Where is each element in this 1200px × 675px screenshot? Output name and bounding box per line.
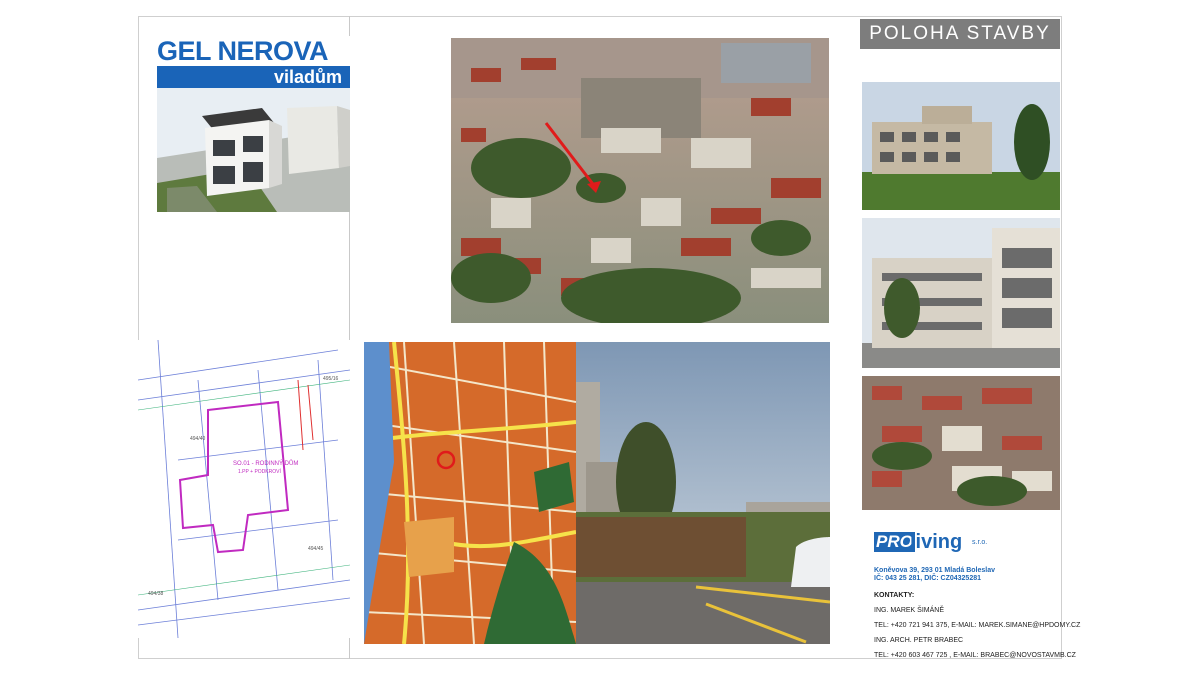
building-photo-2 <box>862 218 1060 368</box>
parcel-label-2: 494/38 <box>148 591 164 597</box>
aerial-city-photo <box>451 38 829 323</box>
company-address: Koněvova 39, 293 01 Mladá Boleslav IČ: 0… <box>874 567 995 583</box>
contact-1-info: TEL: +420 721 941 375, E-MAIL: MAREK.SIM… <box>874 622 1081 629</box>
address-line-2: IČ: 043 25 281, DIČ: CZ04325281 <box>874 575 982 582</box>
site-plan-house-sub: 1.PP + PODKROVÍ <box>238 468 281 475</box>
parcel-label-3: 494/45 <box>308 546 324 552</box>
street-view-photo <box>576 342 830 644</box>
contact-1-name: ING. MAREK ŠIMÁNĚ <box>874 607 945 614</box>
city-aerial-photo <box>862 376 1060 510</box>
brand-box: PRO <box>874 532 915 552</box>
gelnerova-logo: GEL NEROVA viladům <box>157 36 350 88</box>
house-rendering-image <box>157 88 350 212</box>
logo-sub-text: viladům <box>273 67 342 87</box>
site-plan-house-label: SO.01 - RODINNÝ DŮM <box>233 460 298 467</box>
brand-text: living <box>910 531 963 553</box>
brand-suffix: s.r.o. <box>972 539 988 546</box>
contact-2-name: ING. ARCH. PETR BRABEC <box>874 637 964 644</box>
page-title: POLOHA STAVBY <box>860 19 1060 49</box>
logo-main-text: GEL NEROVA <box>157 36 350 66</box>
parcel-label-1: 494/40 <box>190 436 206 442</box>
building-photo-1 <box>862 82 1060 210</box>
contacts-title: KONTAKTY: <box>874 592 915 599</box>
address-line-1: Koněvova 39, 293 01 Mladá Boleslav <box>874 567 996 574</box>
parcel-label-4: 495/16 <box>323 376 339 382</box>
street-map <box>364 342 576 644</box>
contact-2-info: TEL: +420 603 467 725 , E-MAIL: BRABEC@N… <box>874 652 1076 659</box>
site-plan-drawing: SO.01 - RODINNÝ DŮM 1.PP + PODKROVÍ 494/… <box>138 340 350 638</box>
contacts-block: KONTAKTY: ING. MAREK ŠIMÁNĚ TEL: +420 72… <box>874 592 1080 667</box>
